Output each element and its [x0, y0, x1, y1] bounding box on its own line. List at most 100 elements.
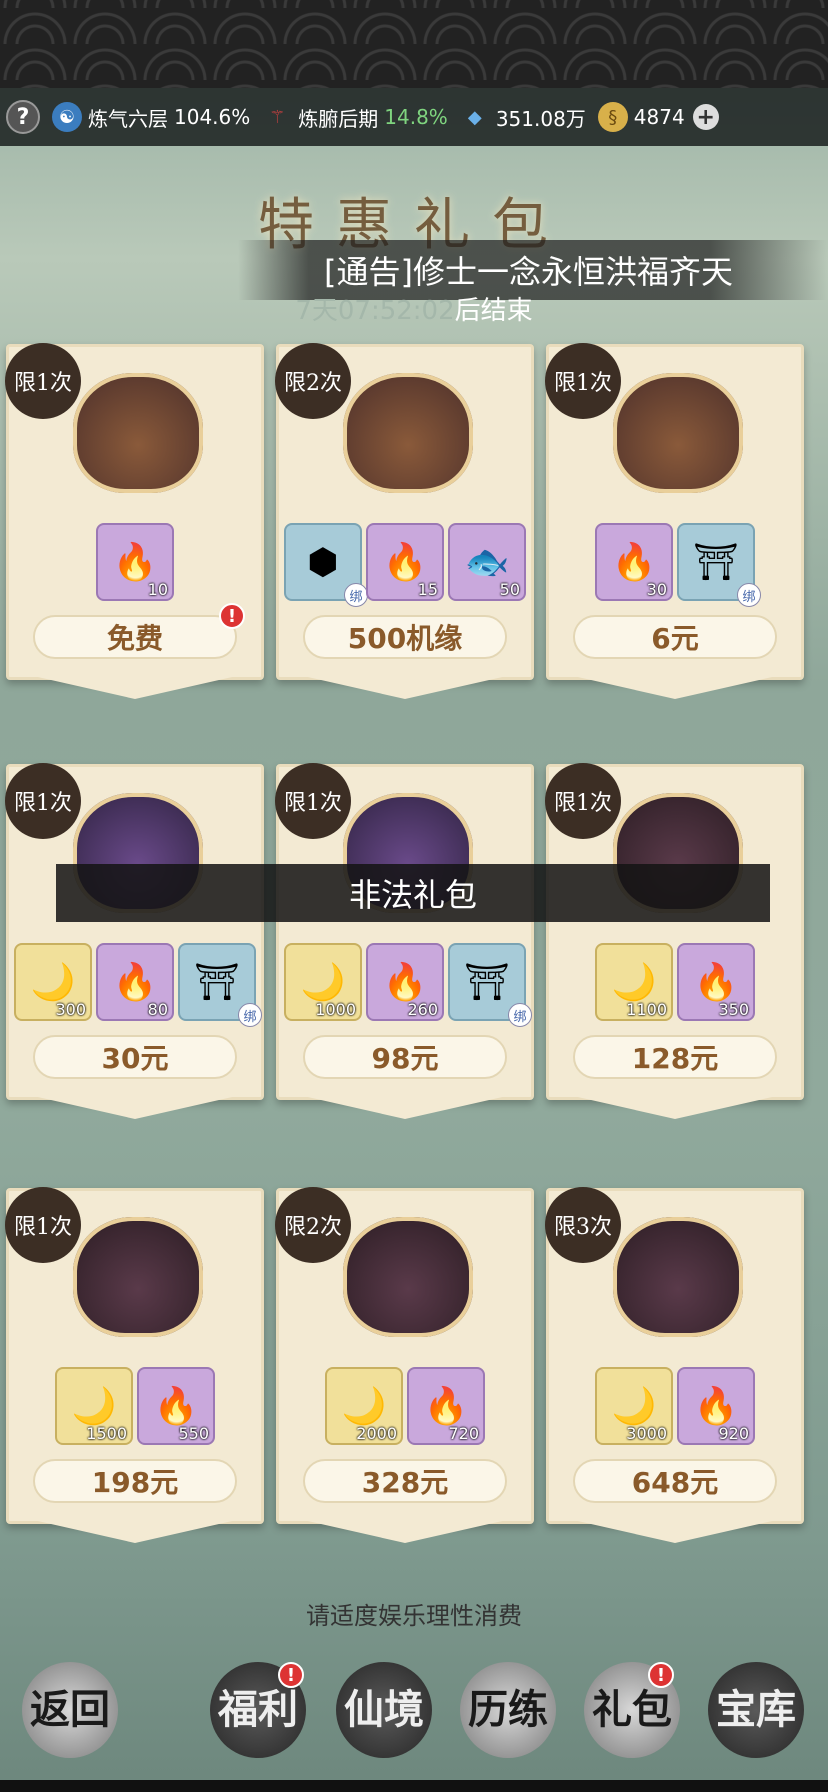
vault-button[interactable]: 宝库 — [708, 1662, 804, 1758]
gift-card[interactable]: 限3次 🌙 3000 🔥 920 648元 — [545, 1187, 804, 1524]
free-alert-badge: ! — [219, 603, 245, 629]
buy-button[interactable]: 128元 — [573, 1035, 777, 1079]
purchase-limit-badge: 限1次 — [5, 343, 81, 419]
coin-icon: § — [597, 102, 628, 132]
gift-card[interactable]: 限1次 🔥 30 ⛩ 绑 6元 — [545, 343, 804, 680]
reward-items: 🌙 2000 🔥 720 — [279, 1367, 531, 1445]
cauldron-icon[interactable]: ⛩ 绑 — [448, 943, 532, 1027]
fish-token-icon[interactable]: 🐟 50 — [448, 523, 526, 601]
item-quantity: 920 — [718, 1424, 749, 1443]
flame-icon[interactable]: 🔥 550 — [137, 1367, 215, 1445]
flame-icon[interactable]: 🔥 350 — [677, 943, 755, 1021]
buy-button[interactable]: 98元 — [303, 1035, 507, 1079]
buy-button[interactable]: 500机缘 — [303, 615, 507, 659]
flame-icon[interactable]: 🔥 10 — [96, 523, 174, 601]
gift-card[interactable]: 限2次 ⬢ 绑 🔥 15 🐟 50 500机缘 — [275, 343, 534, 680]
training-label: 历练 — [468, 1686, 548, 1733]
timer-suffix: 后结束 — [454, 296, 533, 326]
realm-stat[interactable]: ☯ 炼气六层 104.6% — [52, 102, 250, 132]
bound-badge: 绑 — [238, 1003, 262, 1027]
item-quantity: 15 — [417, 580, 438, 599]
cauldron-icon[interactable]: ⛩ 绑 — [677, 523, 761, 607]
buy-button[interactable]: 6元 — [573, 615, 777, 659]
flame-icon[interactable]: 🔥 920 — [677, 1367, 755, 1445]
item-quantity: 30 — [646, 580, 667, 599]
body-icon: ⚚ — [269, 106, 286, 128]
crystal-icon: ◆ — [467, 106, 482, 128]
item-quantity: 1100 — [626, 1000, 667, 1019]
purchase-limit-badge: 限2次 — [275, 1187, 351, 1263]
purchase-limit-badge: 限1次 — [5, 763, 81, 839]
reward-items: 🌙 1000 🔥 260 ⛩ 绑 — [279, 943, 532, 1027]
horn-icon[interactable]: 🌙 3000 — [595, 1367, 673, 1445]
buy-button[interactable]: 198元 — [33, 1459, 237, 1503]
flame-icon[interactable]: 🔥 30 — [595, 523, 673, 601]
welfare-label: 福利 — [218, 1686, 298, 1733]
body-stat[interactable]: ⚚ 炼腑后期 14.8% — [262, 102, 448, 132]
flame-icon[interactable]: 🔥 15 — [366, 523, 444, 601]
item-quantity: 50 — [499, 580, 520, 599]
bound-badge: 绑 — [344, 583, 368, 607]
horn-icon[interactable]: 🌙 1100 — [595, 943, 673, 1021]
horn-icon[interactable]: 🌙 1500 — [55, 1367, 133, 1445]
horn-icon[interactable]: 🌙 1000 — [284, 943, 362, 1021]
gift-card[interactable]: 限1次 🌙 300 🔥 80 ⛩ 绑 30元 — [5, 763, 264, 1100]
realm-label: 炼气六层 — [88, 106, 168, 131]
flame-icon[interactable]: 🔥 80 — [96, 943, 174, 1021]
flame-icon[interactable]: 🔥 260 — [366, 943, 444, 1021]
status-bar: ? ☯ 炼气六层 104.6% ⚚ 炼腑后期 14.8% ◆ 351.08万 §… — [0, 88, 828, 146]
item-quantity: 1000 — [315, 1000, 356, 1019]
event-timer: 7天07:52:02后结束 — [0, 290, 828, 327]
gift-bag-icon — [613, 373, 743, 493]
gift-card[interactable]: 限1次 🌙 1000 🔥 260 ⛩ 绑 98元 — [275, 763, 534, 1100]
bottom-band — [0, 1780, 828, 1792]
help-button[interactable]: ? — [6, 100, 40, 134]
gift-card[interactable]: 限1次 🌙 1500 🔥 550 198元 — [5, 1187, 264, 1524]
spirit-stone-value: 351.08万 — [495, 106, 586, 131]
gift-label: 礼包 — [592, 1686, 672, 1733]
horn-icon[interactable]: 🌙 300 — [14, 943, 92, 1021]
coin-stat[interactable]: § 4874 + — [597, 102, 719, 132]
fairyland-label: 仙境 — [344, 1686, 424, 1733]
realm-percent: 104.6% — [174, 105, 251, 129]
gift-bag-icon — [343, 1217, 473, 1337]
reward-items: ⬢ 绑 🔥 15 🐟 50 — [279, 523, 531, 607]
reward-items: 🌙 3000 🔥 920 — [549, 1367, 801, 1445]
spending-tip: 请适度娱乐理性消费 — [306, 1602, 522, 1630]
top-decorative-band — [0, 0, 828, 88]
body-percent: 14.8% — [384, 105, 448, 129]
buy-button[interactable]: 免费 — [33, 615, 237, 659]
reward-items: 🌙 300 🔥 80 ⛩ 绑 — [9, 943, 262, 1027]
back-button[interactable]: 返回 — [22, 1662, 118, 1758]
buy-button[interactable]: 30元 — [33, 1035, 237, 1079]
buy-button[interactable]: 648元 — [573, 1459, 777, 1503]
fairyland-button[interactable]: 仙境 — [336, 1662, 432, 1758]
gift-card[interactable]: 限1次 🌙 1100 🔥 350 128元 — [545, 763, 804, 1100]
add-coin-button[interactable]: + — [692, 104, 719, 130]
gift-bag-icon — [73, 373, 203, 493]
flame-icon[interactable]: 🔥 720 — [407, 1367, 485, 1445]
gift-card[interactable]: 限1次 🔥 10 免费! — [5, 343, 264, 680]
spirit-stone-stat[interactable]: ◆ 351.08万 — [460, 102, 586, 132]
gift-bag-icon — [613, 1217, 743, 1337]
back-label: 返回 — [30, 1686, 110, 1733]
jade-plate-icon[interactable]: ⬢ 绑 — [284, 523, 368, 607]
gift-card[interactable]: 限2次 🌙 2000 🔥 720 328元 — [275, 1187, 534, 1524]
cauldron-icon[interactable]: ⛩ 绑 — [178, 943, 262, 1027]
reward-items: 🌙 1100 🔥 350 — [549, 943, 801, 1021]
item-quantity: 80 — [147, 1000, 168, 1019]
item-quantity: 550 — [178, 1424, 209, 1443]
item-quantity: 720 — [448, 1424, 479, 1443]
gift-alert-badge: ! — [648, 1662, 674, 1688]
reward-items: 🔥 10 — [9, 523, 261, 601]
buy-button[interactable]: 328元 — [303, 1459, 507, 1503]
training-button[interactable]: 历练 — [460, 1662, 556, 1758]
item-quantity: 350 — [718, 1000, 749, 1019]
purchase-limit-badge: 限2次 — [275, 343, 351, 419]
horn-icon[interactable]: 🌙 2000 — [325, 1367, 403, 1445]
body-label: 炼腑后期 — [298, 106, 379, 131]
reward-items: 🌙 1500 🔥 550 — [9, 1367, 261, 1445]
coin-value: 4874 — [633, 105, 685, 129]
purchase-limit-badge: 限1次 — [5, 1187, 81, 1263]
gift-bag-icon — [343, 373, 473, 493]
